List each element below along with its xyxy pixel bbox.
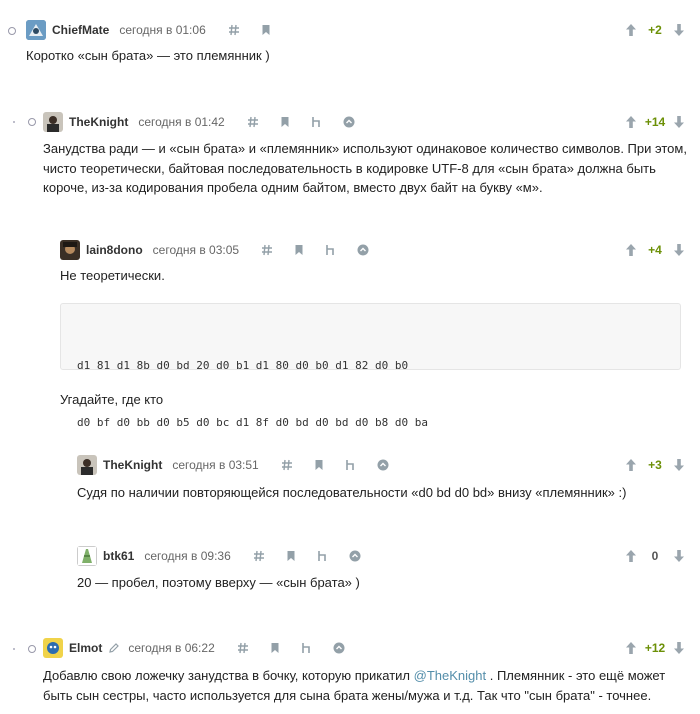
comment-text: Судя по наличии повторяющейся последоват… bbox=[77, 485, 627, 500]
thread-marker[interactable] bbox=[8, 27, 16, 35]
thread-dot bbox=[13, 648, 15, 650]
arrow-down-icon[interactable] bbox=[672, 458, 686, 472]
branch-icon[interactable] bbox=[377, 459, 389, 471]
avatar[interactable] bbox=[60, 240, 80, 260]
branch-icon[interactable] bbox=[357, 244, 369, 256]
arrow-down-icon[interactable] bbox=[672, 23, 686, 37]
username[interactable]: lain8dono bbox=[86, 243, 143, 257]
thread-marker[interactable] bbox=[28, 645, 36, 653]
bookmark-icon[interactable] bbox=[269, 642, 281, 654]
bookmark-icon[interactable] bbox=[293, 244, 305, 256]
username[interactable]: Elmot bbox=[69, 641, 102, 655]
comment-text-part: Добавлю свою ложечку занудства в бочку, … bbox=[43, 668, 414, 683]
hash-icon[interactable] bbox=[228, 24, 240, 36]
comment-score: +2 bbox=[648, 23, 662, 37]
comment-time[interactable]: сегодня в 06:22 bbox=[128, 641, 214, 655]
comment-time[interactable]: сегодня в 01:06 bbox=[119, 23, 205, 37]
comment-time[interactable]: сегодня в 03:51 bbox=[172, 458, 258, 472]
hash-icon[interactable] bbox=[281, 459, 293, 471]
avatar[interactable] bbox=[43, 112, 63, 132]
arrow-up-icon[interactable] bbox=[624, 23, 638, 37]
avatar[interactable] bbox=[77, 546, 97, 566]
comment-text-line: чисто теоретически, байтовая последовате… bbox=[43, 160, 656, 176]
username[interactable]: TheKnight bbox=[103, 458, 162, 472]
comment-score: +12 bbox=[644, 641, 666, 655]
comment-text-part: . Племянник - это ещё может bbox=[486, 668, 666, 683]
arrow-up-icon[interactable] bbox=[624, 458, 638, 472]
code-line: d0 bf d0 bb d0 b5 d0 bc d1 8f d0 bd d0 b… bbox=[77, 416, 428, 429]
bookmark-icon[interactable] bbox=[285, 550, 297, 562]
username[interactable]: TheKnight bbox=[69, 115, 128, 129]
branch-icon[interactable] bbox=[333, 642, 345, 654]
code-block: d1 81 d1 8b d0 bd 20 d0 b1 d1 80 d0 b0 d… bbox=[60, 303, 681, 429]
comment-score: +14 bbox=[644, 115, 666, 129]
bookmark-icon[interactable] bbox=[313, 459, 325, 471]
user-mention-link[interactable]: @TheKnight bbox=[414, 668, 486, 683]
comment-text-line: быть сын сестры, часто используется для … bbox=[43, 687, 652, 703]
arrow-down-icon[interactable] bbox=[672, 549, 686, 563]
branch-icon[interactable] bbox=[349, 550, 361, 562]
comment-score: 0 bbox=[651, 549, 659, 563]
comment-text: Добавлю свою ложечку занудства в бочку, … bbox=[43, 666, 665, 705]
bookmark-icon[interactable] bbox=[260, 24, 272, 36]
thread-dot bbox=[13, 121, 15, 123]
arrow-up-icon[interactable] bbox=[624, 641, 638, 655]
arrow-up-icon[interactable] bbox=[624, 115, 638, 129]
hash-icon[interactable] bbox=[253, 550, 265, 562]
comment-score: +4 bbox=[648, 243, 662, 257]
comment-text-line: Добавлю свою ложечку занудства в бочку, … bbox=[43, 666, 665, 686]
comment-text: Коротко «сын брата» — это племянник ) bbox=[26, 48, 270, 63]
comment-time[interactable]: сегодня в 09:36 bbox=[144, 549, 230, 563]
parent-link-icon[interactable] bbox=[311, 116, 323, 128]
comment-time[interactable]: сегодня в 01:42 bbox=[138, 115, 224, 129]
comment-text: Занудства ради — и «сын брата» и «племян… bbox=[43, 139, 687, 198]
branch-icon[interactable] bbox=[343, 116, 355, 128]
avatar[interactable] bbox=[43, 638, 63, 658]
hash-icon[interactable] bbox=[237, 642, 249, 654]
comment-text-line: Занудства ради — и «сын брата» и «племян… bbox=[43, 141, 687, 156]
bookmark-icon[interactable] bbox=[279, 116, 291, 128]
arrow-down-icon[interactable] bbox=[672, 115, 686, 129]
username[interactable]: btk61 bbox=[103, 549, 134, 563]
avatar[interactable] bbox=[77, 455, 97, 475]
parent-link-icon[interactable] bbox=[345, 459, 357, 471]
username[interactable]: ChiefMate bbox=[52, 23, 109, 37]
pencil-icon bbox=[108, 642, 120, 654]
avatar[interactable] bbox=[26, 20, 46, 40]
thread-marker[interactable] bbox=[28, 118, 36, 126]
hash-icon[interactable] bbox=[247, 116, 259, 128]
arrow-up-icon[interactable] bbox=[624, 549, 638, 563]
code-line: d1 81 d1 8b d0 bd 20 d0 b1 d1 80 d0 b0 d… bbox=[77, 359, 409, 372]
parent-link-icon[interactable] bbox=[301, 642, 313, 654]
comment-text-line: короче, из-за кодирования пробела одним … bbox=[43, 180, 543, 195]
parent-link-icon[interactable] bbox=[325, 244, 337, 256]
arrow-up-icon[interactable] bbox=[624, 243, 638, 257]
parent-link-icon[interactable] bbox=[317, 550, 329, 562]
arrow-down-icon[interactable] bbox=[672, 641, 686, 655]
hash-icon[interactable] bbox=[261, 244, 273, 256]
comment-time[interactable]: сегодня в 03:05 bbox=[153, 243, 239, 257]
comment-text: Не теоретически. bbox=[60, 268, 165, 283]
comment-text: 20 — пробел, поэтому вверху — «сын брата… bbox=[77, 575, 360, 590]
comment-text: Угадайте, где кто bbox=[60, 392, 164, 407]
arrow-down-icon[interactable] bbox=[672, 243, 686, 257]
comment-score: +3 bbox=[648, 458, 662, 472]
